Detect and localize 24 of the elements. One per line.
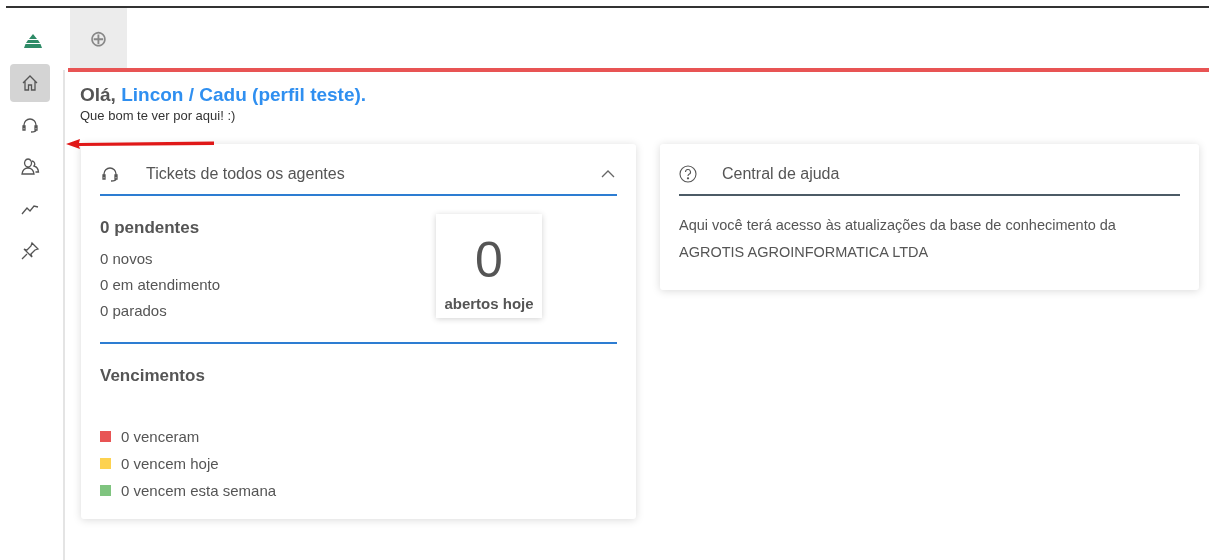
greeting-subtitle: Que bom te ver por aqui! :) (80, 108, 237, 123)
status-count: 0 novos (100, 250, 154, 267)
status-count: 0 em atendimento (100, 276, 221, 293)
card-title: Central de ajuda (722, 165, 840, 183)
collapse-chevron-icon[interactable] (601, 170, 615, 178)
users-icon (19, 157, 40, 177)
due-count: 0 vencem hoje (121, 455, 219, 472)
due-count: 0 venceram (121, 428, 200, 445)
headset-icon (19, 115, 40, 135)
headset-icon (100, 164, 120, 184)
card-title: Tickets de todos os agentes (146, 165, 345, 183)
pending-count: 0 pendentes (100, 218, 201, 238)
add-tab[interactable]: ⊕ (70, 8, 127, 68)
status-count: 0 parados (100, 302, 168, 319)
section-title: Vencimentos (100, 366, 206, 386)
home-nav-button[interactable] (9, 64, 50, 102)
help-icon (679, 165, 697, 183)
greeting-title: Olá, Lincon / Cadu (perfil teste). (80, 84, 368, 106)
due-count: 0 vencem esta semana (121, 482, 277, 499)
opened-today-value: 0 (475, 235, 503, 285)
pin-icon (19, 241, 40, 261)
help-text: Aqui você terá acesso às atualizações da base de conhecimento da AGROTIS AGROINFORMATICA LTDA (679, 216, 1117, 262)
logo-icon (23, 34, 42, 48)
opened-today-label: abertos hoje (444, 295, 534, 312)
